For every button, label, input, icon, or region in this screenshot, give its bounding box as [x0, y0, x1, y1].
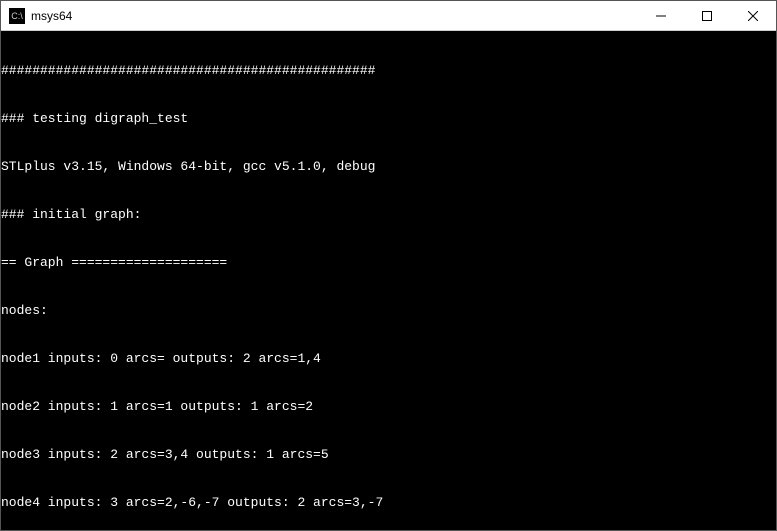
close-icon: [748, 11, 758, 21]
terminal-line: STLplus v3.15, Windows 64-bit, gcc v5.1.…: [1, 159, 776, 175]
terminal-line: node3 inputs: 2 arcs=3,4 outputs: 1 arcs…: [1, 447, 776, 463]
terminal-line: ########################################…: [1, 63, 776, 79]
window-controls: [638, 1, 776, 30]
minimize-button[interactable]: [638, 1, 684, 30]
terminal-line: nodes:: [1, 303, 776, 319]
terminal-output[interactable]: ########################################…: [1, 31, 776, 530]
titlebar[interactable]: C:\ msys64: [1, 1, 776, 31]
terminal-line: ### initial graph:: [1, 207, 776, 223]
minimize-icon: [656, 11, 666, 21]
maximize-button[interactable]: [684, 1, 730, 30]
maximize-icon: [702, 11, 712, 21]
console-icon: C:\: [9, 8, 25, 24]
close-button[interactable]: [730, 1, 776, 30]
terminal-line: node4 inputs: 3 arcs=2,-6,-7 outputs: 2 …: [1, 495, 776, 511]
window: C:\ msys64 #############################…: [0, 0, 777, 531]
terminal-line: ### testing digraph_test: [1, 111, 776, 127]
terminal-line: == Graph ====================: [1, 255, 776, 271]
window-title: msys64: [31, 9, 638, 23]
terminal-line: node2 inputs: 1 arcs=1 outputs: 1 arcs=2: [1, 399, 776, 415]
terminal-line: node1 inputs: 0 arcs= outputs: 2 arcs=1,…: [1, 351, 776, 367]
